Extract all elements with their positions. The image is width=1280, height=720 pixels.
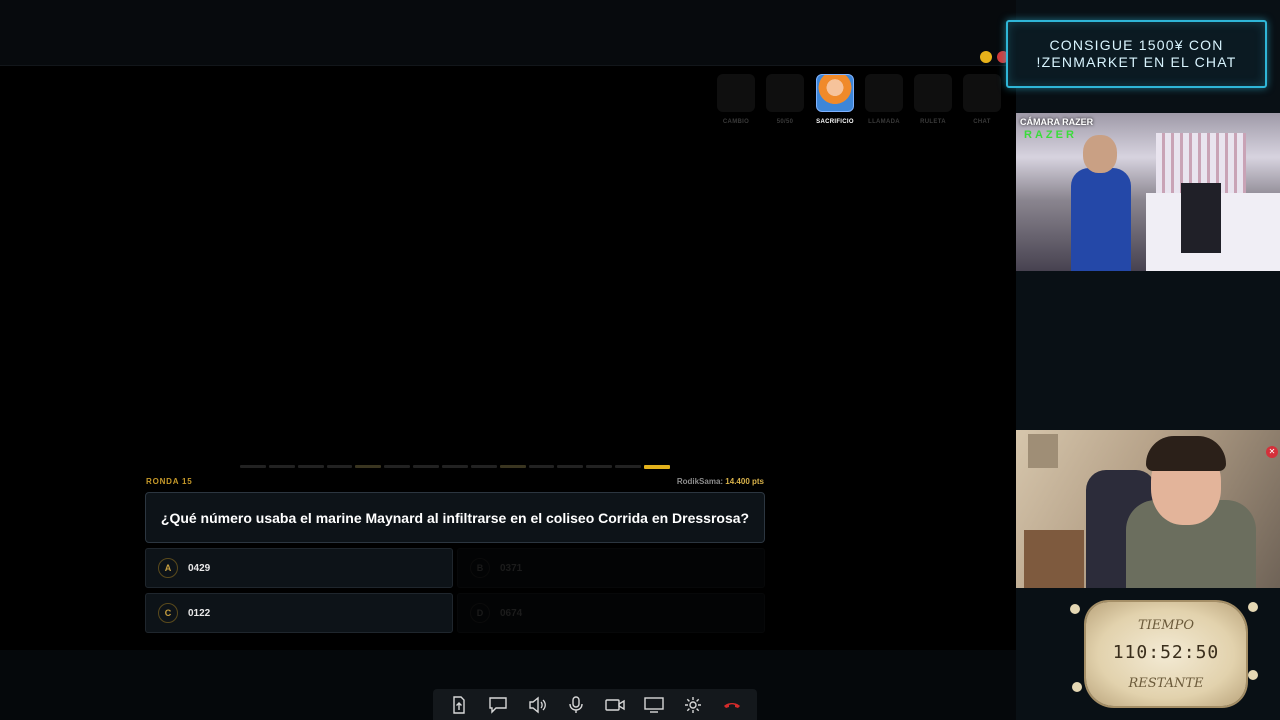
ornament <box>1072 682 1082 692</box>
stream-screen: CAMBIO 50/50 SACRIFICIO LLAMADA RULETA C… <box>0 0 1280 720</box>
answer-a[interactable]: A 0429 <box>145 548 453 588</box>
score-player: RodikSama: <box>676 477 724 486</box>
progress-segment <box>586 465 613 468</box>
progress-segment <box>615 465 642 468</box>
progress-segment <box>240 465 266 468</box>
progress-segment <box>384 465 411 468</box>
answer-letter: B <box>470 558 490 578</box>
upload-file-icon <box>452 695 465 714</box>
card-label: LLAMADA <box>868 119 900 125</box>
card-chat-icon <box>963 74 1001 112</box>
wall-poster <box>1028 434 1058 468</box>
computer-tower <box>1181 183 1221 253</box>
answer-letter: C <box>158 603 178 623</box>
card-label: RULETA <box>920 119 946 125</box>
score-points: 14.400 pts <box>725 477 764 486</box>
speaker-icon <box>528 696 546 713</box>
answer-letter: A <box>158 558 178 578</box>
share-file-button[interactable] <box>445 692 473 718</box>
card-label: CHAT <box>973 119 991 125</box>
webcam-bottom: ✕ <box>1016 430 1280 588</box>
card-ruleta[interactable]: RULETA <box>913 74 953 130</box>
card-cambio[interactable]: CAMBIO <box>716 74 756 130</box>
card-chat[interactable]: CHAT <box>962 74 1002 130</box>
answer-text: 0674 <box>500 607 523 619</box>
round-label: RONDA 15 <box>146 477 193 486</box>
cabinet <box>1024 530 1084 588</box>
card-5050[interactable]: 50/50 <box>765 74 805 130</box>
call-toolbar <box>433 689 757 720</box>
ornament <box>1070 604 1080 614</box>
promo-banner: CONSIGUE 1500¥ CON !ZENMARKET EN EL CHAT <box>1006 20 1267 88</box>
progress-segment <box>442 465 468 468</box>
promo-line-2: !ZENMARKET EN EL CHAT <box>1036 54 1237 70</box>
power-cards: CAMBIO 50/50 SACRIFICIO LLAMADA RULETA C… <box>716 74 1016 130</box>
guest-hair <box>1146 436 1226 471</box>
streamer-head <box>1083 135 1117 173</box>
answer-b: B 0371 <box>457 548 765 588</box>
parchment-scroll: TIEMPO 110:52:50 RESTANTE <box>1086 602 1246 706</box>
round-progress <box>240 465 670 469</box>
timer-value: 110:52:50 <box>1112 642 1220 663</box>
monitor-icon <box>643 696 664 713</box>
answer-letter: D <box>470 603 490 623</box>
streamer-body <box>1071 168 1131 271</box>
microphone-icon <box>568 695 583 713</box>
card-sacrificio-icon <box>816 74 854 112</box>
answer-text: 0122 <box>188 607 211 619</box>
chat-button[interactable] <box>484 692 512 718</box>
answer-text: 0429 <box>188 562 211 574</box>
progress-segment <box>355 465 382 468</box>
webcam-top: CÁMARA RAZER RAZER <box>1016 113 1280 271</box>
card-5050-icon <box>766 74 804 112</box>
progress-segment <box>470 465 497 468</box>
countdown-timer: TIEMPO 110:52:50 RESTANTE <box>1070 596 1260 714</box>
card-ruleta-icon <box>914 74 952 112</box>
card-label: CAMBIO <box>722 119 750 125</box>
player-score: RodikSama: 14.400 pts <box>560 477 764 486</box>
answer-text: 0371 <box>500 562 523 574</box>
microphone-button[interactable] <box>562 692 590 718</box>
minimize-button[interactable] <box>980 51 992 63</box>
webcam-brand: RAZER <box>1024 129 1077 141</box>
progress-segment <box>528 465 555 468</box>
progress-segment <box>557 465 584 468</box>
screen-share-button[interactable] <box>640 692 668 718</box>
progress-segment <box>499 465 526 468</box>
chat-icon <box>488 696 507 714</box>
camera-icon <box>604 698 625 711</box>
camera-gap <box>1016 271 1280 430</box>
card-llamada[interactable]: LLAMADA <box>864 74 904 130</box>
settings-button[interactable] <box>679 692 707 718</box>
hang-up-button[interactable] <box>718 692 746 718</box>
ornament <box>1248 670 1258 680</box>
promo-line-1: CONSIGUE 1500¥ CON <box>1049 37 1224 53</box>
answer-d: D 0674 <box>457 593 765 633</box>
webcam-title: CÁMARA RAZER <box>1020 117 1094 127</box>
ornament <box>1248 602 1258 612</box>
top-bar <box>0 0 1016 66</box>
phone-hangup-icon <box>723 702 740 708</box>
progress-segment <box>268 465 295 468</box>
progress-segment <box>644 465 670 469</box>
progress-segment <box>413 465 440 468</box>
card-sacrificio[interactable]: SACRIFICIO <box>815 74 855 130</box>
card-label: 50/50 <box>776 119 794 125</box>
camera-button[interactable] <box>601 692 629 718</box>
timer-bottom-label: RESTANTE <box>1128 676 1204 691</box>
gear-icon <box>684 696 701 713</box>
progress-segment <box>326 465 353 468</box>
answer-c[interactable]: C 0122 <box>145 593 453 633</box>
card-label: SACRIFICIO <box>816 119 854 125</box>
card-cambio-icon <box>717 74 755 112</box>
card-llamada-icon <box>865 74 903 112</box>
speaker-button[interactable] <box>523 692 551 718</box>
timer-top-label: TIEMPO <box>1137 618 1194 633</box>
progress-segment <box>297 465 324 468</box>
question-text: ¿Qué número usaba el marine Maynard al i… <box>160 509 750 526</box>
question-box: ¿Qué número usaba el marine Maynard al i… <box>145 492 765 543</box>
muted-mic-icon: ✕ <box>1266 446 1278 458</box>
